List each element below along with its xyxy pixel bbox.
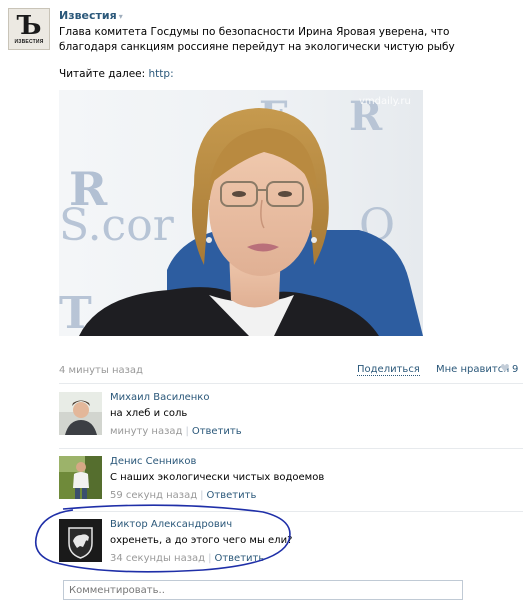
post-time[interactable]: 4 минуты назад	[59, 365, 143, 376]
post-author-avatar[interactable]: Ъ ИЗВЕСТИЯ	[8, 8, 50, 50]
highlight-ellipse	[34, 504, 291, 573]
post-text: Глава комитета Госдумы по безопасности И…	[59, 26, 455, 53]
comment-item: Михаил Василенко на хлеб и соль минуту н…	[59, 384, 523, 444]
post-author-name[interactable]: Известия	[59, 9, 117, 22]
comment-time[interactable]: минуту назад	[110, 426, 182, 437]
comment-input[interactable]	[63, 580, 463, 600]
comment-meta: минуту назад | Ответить	[110, 426, 242, 437]
svg-text:S.cor: S.cor	[59, 200, 175, 251]
like-button[interactable]: Мне нравится	[436, 364, 509, 375]
read-more-label: Читайте далее:	[59, 68, 146, 80]
like-count: 9	[512, 364, 519, 375]
commenter-name[interactable]: Михаил Василенко	[110, 392, 209, 403]
izvestia-logo-caption: ИЗВЕСТИЯ	[14, 38, 44, 45]
read-more-line: Читайте далее: http:	[59, 68, 174, 80]
author-dropdown-icon[interactable]: ▾	[119, 12, 123, 21]
comment-text: С наших экологически чистых водоемов	[110, 472, 325, 483]
comment-meta: 59 секунд назад | Ответить	[110, 490, 256, 501]
commenter-avatar[interactable]	[59, 392, 102, 435]
meta-separator: |	[185, 426, 189, 437]
reply-button[interactable]: Ответить	[207, 490, 257, 501]
comment-text: на хлеб и соль	[110, 408, 188, 419]
commenter-avatar[interactable]	[59, 456, 102, 499]
share-button[interactable]: Поделиться	[357, 364, 420, 376]
photo-watermark: vmdaily.ru	[359, 96, 411, 107]
reply-button[interactable]: Ответить	[192, 426, 242, 437]
meta-separator: |	[200, 490, 204, 501]
read-more-link[interactable]: http:	[149, 68, 174, 80]
izvestia-logo-letter: Ъ	[16, 10, 42, 41]
heart-icon[interactable]: ♥	[500, 362, 510, 375]
commenter-name[interactable]: Денис Сенников	[110, 456, 196, 467]
post-photo[interactable]: R S.cor T E R O m vmdaily.ru	[59, 90, 423, 336]
comment-time[interactable]: 59 секунд назад	[110, 490, 197, 501]
comment-item: Денис Сенников С наших экологически чист…	[59, 448, 523, 508]
post-author-link[interactable]: Известия ▾	[59, 9, 123, 22]
